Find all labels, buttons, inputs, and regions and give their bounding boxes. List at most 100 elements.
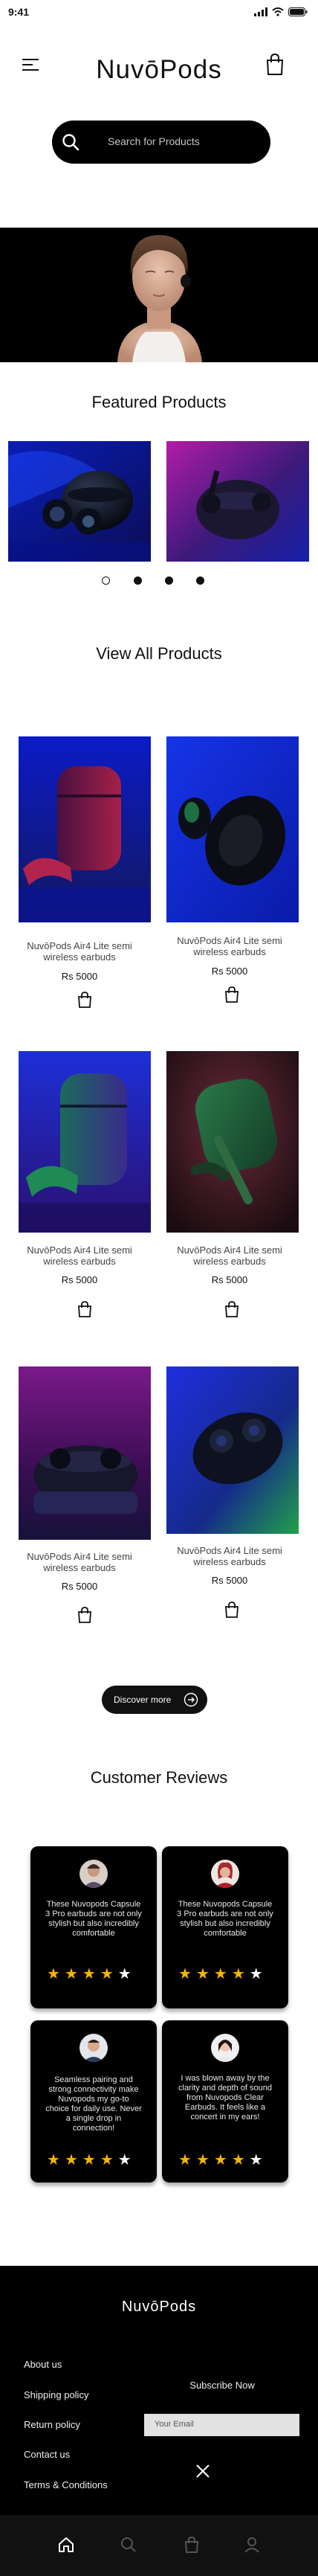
footer-link-return[interactable]: Return policy <box>24 2419 80 2430</box>
star-icon: ★ <box>178 2152 192 2168</box>
avatar <box>80 2034 108 2062</box>
avatar <box>211 2034 239 2062</box>
footer-brand: NuvōPods <box>121 2299 197 2315</box>
discover-more-button[interactable]: Discover more <box>102 1686 207 1714</box>
search-icon[interactable] <box>120 2536 137 2554</box>
add-to-bag-icon[interactable] <box>77 1301 93 1317</box>
product-card-1-image[interactable] <box>19 736 151 922</box>
star-icon: ★ <box>213 1966 227 1982</box>
arrow-right-circle-icon <box>184 1692 198 1707</box>
star-icon: ★ <box>47 2152 60 2168</box>
review-text: I was blown away by the clarity and dept… <box>178 2074 272 2121</box>
app-header: NuvōPods <box>0 30 318 104</box>
product-5-name[interactable]: NuvōPods Air4 Lite semi wireless earbuds <box>16 1551 143 1573</box>
star-icon: ★ <box>82 1966 96 1982</box>
star-icon: ★ <box>249 1966 263 1982</box>
featured-earbuds-purple-image <box>166 441 309 562</box>
product-2-image <box>166 736 299 922</box>
review-rating: ★ ★ ★ ★ ★ <box>178 1967 263 1982</box>
home-icon[interactable] <box>57 2536 75 2554</box>
add-to-bag-icon[interactable] <box>224 986 240 1003</box>
search-bar[interactable]: Search for Products <box>52 121 270 164</box>
product-3-name[interactable]: NuvōPods Air4 Lite semi wireless earbuds <box>16 1244 143 1267</box>
battery-icon <box>288 7 308 16</box>
signal-icon <box>254 7 267 16</box>
review-rating: ★ ★ ★ ★ ★ <box>178 2153 263 2168</box>
star-icon: ★ <box>195 2152 210 2168</box>
product-card-5-image[interactable] <box>19 1366 151 1540</box>
search-placeholder: Search for Products <box>108 135 200 147</box>
star-icon: ★ <box>64 1966 78 1982</box>
footer-link-about[interactable]: About us <box>24 2359 62 2370</box>
product-1-image <box>19 736 151 922</box>
avatar <box>80 1860 108 1888</box>
star-icon: ★ <box>117 2152 132 2168</box>
star-icon: ★ <box>100 2152 114 2168</box>
product-2-name[interactable]: NuvōPods Air4 Lite semi wireless earbuds <box>166 935 293 957</box>
product-4-name[interactable]: NuvōPods Air4 Lite semi wireless earbuds <box>166 1244 293 1267</box>
add-to-bag-icon[interactable] <box>224 1602 240 1618</box>
star-icon: ★ <box>47 1966 60 1982</box>
view-all-title: View All Products <box>96 644 222 663</box>
star-icon: ★ <box>195 1966 210 1982</box>
star-icon: ★ <box>231 1966 245 1982</box>
bottom-nav <box>0 2515 318 2576</box>
product-2-price: Rs 5000 <box>211 966 248 977</box>
product-6-name[interactable]: NuvōPods Air4 Lite semi wireless earbuds <box>166 1545 293 1567</box>
product-card-2-image[interactable] <box>166 736 299 922</box>
profile-icon[interactable] <box>243 2536 261 2554</box>
carousel-dot-1[interactable] <box>102 576 110 585</box>
add-to-bag-icon[interactable] <box>77 992 93 1008</box>
featured-product-2-image[interactable] <box>166 441 309 562</box>
star-icon: ★ <box>82 2152 96 2168</box>
star-icon: ★ <box>117 1966 132 1982</box>
star-icon: ★ <box>213 2152 227 2168</box>
search-icon <box>62 134 80 151</box>
review-card-1: These Nuvopods Capsule 3 Pro earbuds are… <box>30 1846 157 2008</box>
add-to-bag-icon[interactable] <box>224 1301 240 1317</box>
product-4-image <box>166 1051 299 1233</box>
footer-link-contact[interactable]: Contact us <box>24 2449 70 2460</box>
subscribe-title: Subscribe Now <box>189 2380 255 2391</box>
featured-title: Featured Products <box>91 393 227 411</box>
cart-icon[interactable] <box>265 54 285 76</box>
status-time: 9:41 <box>8 6 30 18</box>
review-card-3: Seamless pairing and strong connectivity… <box>30 2020 157 2182</box>
product-4-price: Rs 5000 <box>211 1274 248 1285</box>
review-text: These Nuvopods Capsule 3 Pro earbuds are… <box>177 1900 273 1938</box>
status-icons <box>254 7 308 16</box>
review-text: Seamless pairing and strong connectivity… <box>45 2075 142 2133</box>
carousel-dot-4[interactable] <box>196 576 204 585</box>
product-1-price: Rs 5000 <box>61 971 98 982</box>
x-twitter-icon[interactable] <box>195 2464 210 2479</box>
product-6-image <box>166 1366 299 1534</box>
product-card-4-image[interactable] <box>166 1051 299 1233</box>
wifi-icon <box>272 7 284 16</box>
add-to-bag-icon[interactable] <box>77 1607 93 1623</box>
avatar <box>211 1860 239 1888</box>
bag-icon[interactable] <box>183 2536 201 2554</box>
reviews-title: Customer Reviews <box>90 1768 228 1787</box>
footer-link-shipping[interactable]: Shipping policy <box>24 2389 88 2400</box>
product-3-price: Rs 5000 <box>61 1274 98 1285</box>
product-1-name[interactable]: NuvōPods Air4 Lite semi wireless earbuds <box>16 940 143 963</box>
featured-product-1-image[interactable] <box>8 441 151 562</box>
review-card-2: These Nuvopods Capsule 3 Pro earbuds are… <box>162 1846 288 2008</box>
carousel-dot-2[interactable] <box>134 576 142 585</box>
status-bar: 9:41 <box>0 0 318 30</box>
footer-link-terms[interactable]: Terms & Conditions <box>24 2479 108 2490</box>
review-text: These Nuvopods Capsule 3 Pro earbuds are… <box>45 1900 142 1938</box>
carousel-dot-3[interactable] <box>165 576 173 585</box>
star-icon: ★ <box>178 1966 192 1982</box>
hero-banner <box>0 228 318 362</box>
review-rating: ★ ★ ★ ★ ★ <box>47 2153 132 2168</box>
star-icon: ★ <box>249 2152 263 2168</box>
review-rating: ★ ★ ★ ★ ★ <box>47 1967 132 1982</box>
product-3-image <box>19 1051 151 1233</box>
product-card-3-image[interactable] <box>19 1051 151 1233</box>
product-card-6-image[interactable] <box>166 1366 299 1534</box>
email-input[interactable]: Your Email <box>144 2414 299 2436</box>
featured-earbuds-blue-image <box>8 441 151 562</box>
review-card-4: I was blown away by the clarity and dept… <box>162 2020 288 2182</box>
product-5-image <box>19 1366 151 1540</box>
